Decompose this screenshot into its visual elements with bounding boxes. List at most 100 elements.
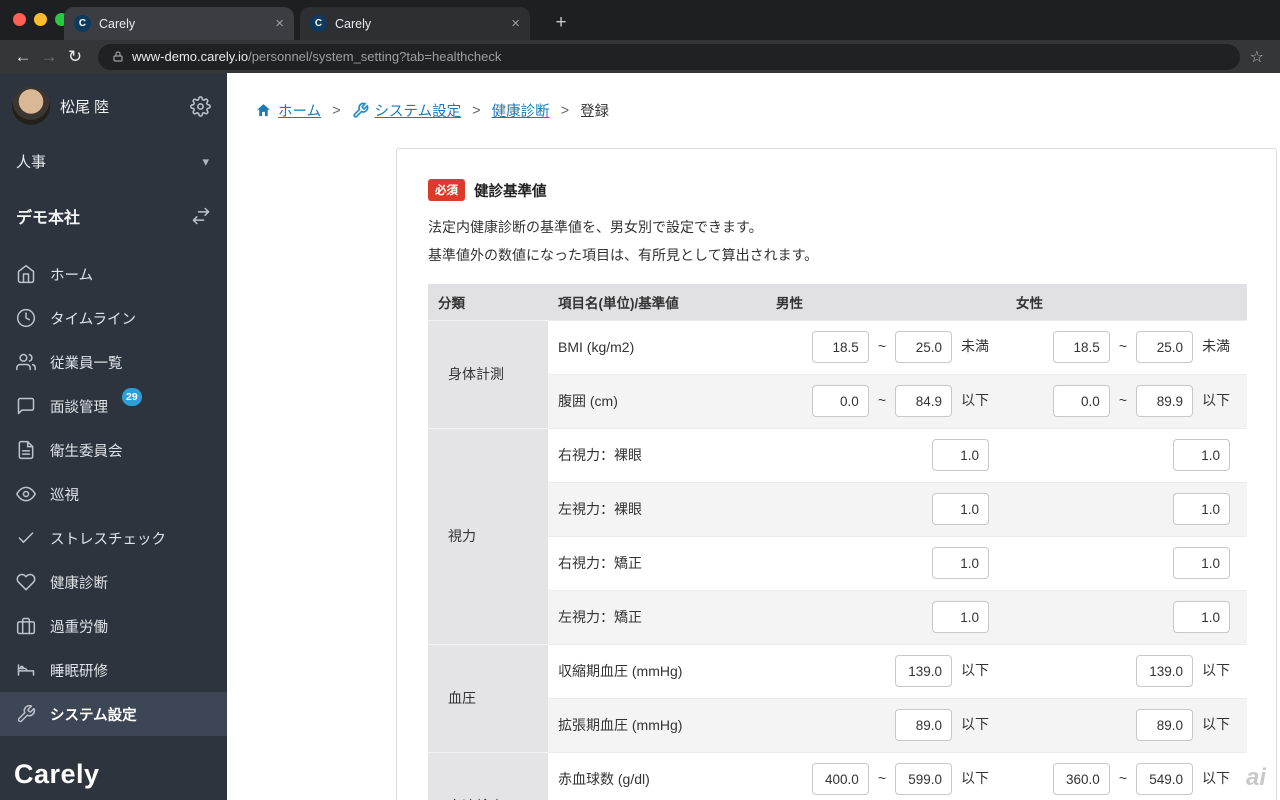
tab-close-icon[interactable]: × (275, 15, 284, 32)
waist-female-max-input[interactable] (1136, 385, 1193, 417)
tab-title: Carely (335, 16, 372, 31)
forward-icon[interactable]: → (36, 47, 62, 67)
bp-female-input[interactable] (1136, 655, 1193, 687)
bmi-female-min-input[interactable] (1052, 331, 1110, 363)
breadcrumb-separator: > (472, 102, 481, 119)
sidebar-item-stresscheck[interactable]: ストレスチェック (0, 516, 227, 560)
bmi-female-max-input[interactable] (1136, 331, 1193, 363)
female-values: ~ 以下 (1006, 751, 1247, 800)
reload-icon[interactable]: ↻ (62, 47, 88, 67)
vision-male-input[interactable] (932, 493, 989, 525)
female-suffix: 以下 (1202, 769, 1230, 786)
rbc-female-max-input[interactable] (1136, 763, 1193, 795)
sidebar-item-hygiene-committee[interactable]: 衛生委員会 (0, 428, 227, 472)
waist-male-max-input[interactable] (895, 385, 952, 417)
address-bar[interactable]: www-demo.carely.io/personnel/system_sett… (98, 43, 1240, 70)
browser-tabstrip: C Carely × C Carely × + (0, 0, 1280, 40)
browser-tab-inactive[interactable]: C Carely × (300, 7, 530, 40)
table-row: 拡張期血圧 (mmHg) 以下 以下 (428, 697, 1247, 752)
rbc-male-min-input[interactable] (811, 763, 869, 795)
waist-female-min-input[interactable] (1052, 385, 1110, 417)
header-category: 分類 (428, 284, 548, 320)
sidebar-item-home[interactable]: ホーム (0, 252, 227, 296)
sidebar-item-employees[interactable]: 従業員一覧 (0, 340, 227, 384)
close-window-button[interactable] (13, 13, 26, 26)
sidebar-item-healthcheck[interactable]: 健康診断 (0, 560, 227, 604)
breadcrumb-current: 登録 (580, 104, 610, 120)
document-icon (16, 440, 36, 460)
category-cell: 視力 (428, 427, 548, 644)
switch-company-icon[interactable] (191, 206, 211, 226)
bookmark-star-icon[interactable]: ☆ (1250, 47, 1264, 67)
vision-male-input[interactable] (932, 601, 989, 633)
vision-male-input[interactable] (932, 547, 989, 579)
user-avatar[interactable] (12, 87, 50, 125)
table-row: 右視力：矯正 (428, 535, 1247, 590)
company-selector[interactable]: デモ本社 (0, 186, 227, 244)
bp-male-input[interactable] (895, 655, 952, 687)
breadcrumb-separator: > (560, 102, 570, 119)
lock-icon (112, 50, 124, 63)
vision-female-input[interactable] (1173, 493, 1230, 525)
required-badge: 必須 (428, 179, 465, 201)
check-icon (16, 528, 36, 548)
range-separator: ~ (877, 769, 886, 786)
browser-toolbar: ← → ↻ www-demo.carely.io/personnel/syste… (0, 40, 1280, 73)
healthcheck-settings-card: 必須 健診基準値 法定内健康診断の基準値を、男女別で設定できます。 基準値外の数… (396, 148, 1277, 800)
waist-male-min-input[interactable] (811, 385, 869, 417)
home-icon (16, 264, 36, 284)
chat-icon (16, 396, 36, 416)
sidebar-item-label: 睡眠研修 (50, 663, 108, 680)
sidebar-item-system-settings[interactable]: システム設定 (0, 692, 227, 736)
breadcrumb-healthcheck-link[interactable]: 健康診断 (492, 100, 550, 121)
vision-male-input[interactable] (932, 439, 989, 471)
tab-close-icon[interactable]: × (511, 15, 520, 32)
table-row: 左視力：裸眼 (428, 481, 1247, 536)
male-suffix: 以下 (961, 769, 989, 786)
male-suffix: 以下 (961, 661, 989, 678)
user-row: 松尾 陸 (0, 73, 227, 135)
rbc-male-max-input[interactable] (895, 763, 952, 795)
browser-tab-active[interactable]: C Carely × (64, 7, 294, 40)
sidebar-item-overwork[interactable]: 過重労働 (0, 604, 227, 648)
bmi-male-max-input[interactable] (895, 331, 952, 363)
range-separator: ~ (1118, 769, 1127, 786)
breadcrumb-separator: > (332, 102, 341, 119)
breadcrumb-system-setting-link[interactable]: システム設定 (352, 100, 461, 121)
sidebar-item-label: ストレスチェック (50, 531, 166, 548)
female-values: 以下 (1006, 643, 1247, 698)
breadcrumb-home-link[interactable]: ホーム (255, 100, 321, 121)
carely-favicon: C (310, 15, 327, 32)
rbc-female-min-input[interactable] (1052, 763, 1110, 795)
male-values: ~ 以下 (766, 373, 1006, 428)
category-cell: 血圧 (428, 643, 548, 752)
role-label: 人事 (16, 154, 47, 171)
sidebar-item-interviews[interactable]: 面談管理 29 (0, 384, 227, 428)
female-values (1006, 481, 1247, 536)
gear-icon[interactable] (190, 95, 211, 117)
bp-female-input[interactable] (1136, 709, 1193, 741)
male-values (766, 535, 1006, 590)
male-values (766, 481, 1006, 536)
bmi-male-min-input[interactable] (811, 331, 869, 363)
female-values (1006, 589, 1247, 644)
interview-count-badge: 29 (122, 388, 142, 406)
back-icon[interactable]: ← (10, 47, 36, 67)
item-label: 腹囲 (cm) (548, 373, 766, 428)
sidebar-item-sleep-training[interactable]: 睡眠研修 (0, 648, 227, 692)
sidebar-item-label: ホーム (50, 267, 94, 284)
sidebar-item-label: 巡視 (50, 487, 79, 504)
vision-female-input[interactable] (1173, 439, 1230, 471)
new-tab-button[interactable]: + (547, 9, 575, 37)
sidebar-item-patrol[interactable]: 巡視 (0, 472, 227, 516)
table-row: 血圧 収縮期血圧 (mmHg) 以下 以下 (428, 643, 1247, 752)
bp-male-input[interactable] (895, 709, 952, 741)
minimize-window-button[interactable] (34, 13, 47, 26)
male-suffix: 以下 (961, 391, 989, 408)
category-cell: 血液検査 (428, 751, 548, 800)
sidebar-item-timeline[interactable]: タイムライン (0, 296, 227, 340)
role-selector[interactable]: 人事 ▾ (0, 135, 227, 186)
vision-female-input[interactable] (1173, 601, 1230, 633)
vision-female-input[interactable] (1173, 547, 1230, 579)
female-suffix: 以下 (1202, 661, 1230, 678)
